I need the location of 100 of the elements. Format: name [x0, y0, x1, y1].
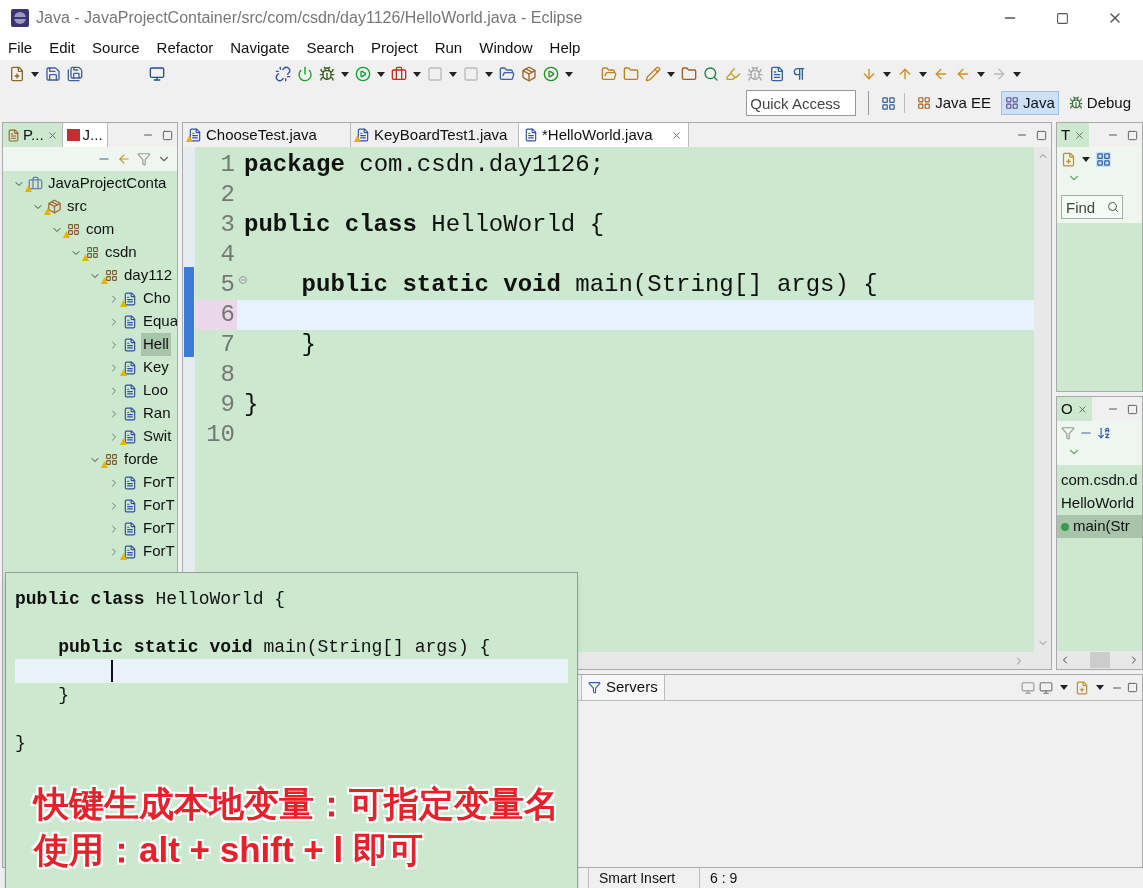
tree-item[interactable]: Swit	[141, 425, 174, 448]
quick-access-field[interactable]: Quick Access	[746, 90, 857, 116]
dropdown-caret-icon[interactable]	[1096, 685, 1104, 690]
menu-item[interactable]: Help	[549, 36, 581, 60]
tree-item[interactable]: Loo	[141, 379, 171, 402]
tree-item[interactable]: Hell	[141, 333, 171, 356]
scrollbar-thumb[interactable]	[1089, 652, 1110, 668]
outline-item[interactable]: main(Str	[1057, 515, 1142, 538]
dropdown-caret-icon[interactable]	[1060, 685, 1068, 690]
tree-item[interactable]: ForT	[141, 471, 177, 494]
maximize-window-icon[interactable]	[1056, 11, 1069, 25]
perspective-button[interactable]: Debug	[1064, 91, 1135, 115]
dropdown-caret-icon[interactable]	[919, 71, 927, 77]
menu-item[interactable]: Window	[479, 36, 533, 60]
tree-item[interactable]: Cho	[141, 287, 173, 310]
open-folder-icon[interactable]	[499, 66, 515, 82]
monitor-icon[interactable]	[1039, 680, 1053, 695]
close-icon[interactable]	[1074, 129, 1086, 141]
new-file-icon[interactable]	[9, 66, 25, 82]
save-all-icon[interactable]	[67, 66, 83, 82]
maximize-icon[interactable]	[1127, 403, 1138, 415]
menu-item[interactable]: File	[8, 36, 33, 60]
run-icon[interactable]	[355, 66, 371, 82]
toolbox-icon[interactable]	[391, 66, 407, 82]
tree-item[interactable]: Key	[141, 356, 171, 379]
last-edit-icon[interactable]	[933, 66, 949, 82]
menu-item[interactable]: Source	[92, 36, 140, 60]
dropdown-caret-icon[interactable]	[377, 71, 385, 77]
categorize-icon[interactable]	[1096, 151, 1111, 167]
new-view-icon[interactable]	[1075, 680, 1089, 695]
back-icon[interactable]	[955, 66, 971, 82]
search-icon[interactable]	[703, 66, 719, 82]
maximize-icon[interactable]	[162, 129, 173, 141]
tree-item[interactable]: JavaProjectConta	[46, 172, 169, 195]
java-file-icon	[524, 128, 538, 142]
tree-item[interactable]: csdn	[103, 241, 139, 264]
monitor-icon[interactable]	[149, 66, 165, 82]
dropdown-caret-icon[interactable]	[977, 71, 985, 77]
view-tab[interactable]: J...	[62, 123, 108, 147]
maximize-icon[interactable]	[1036, 129, 1047, 141]
tree-item[interactable]: ForT	[141, 517, 177, 540]
outline-item[interactable]: HelloWorld	[1057, 492, 1142, 515]
outline-item[interactable]: com.csdn.d	[1057, 469, 1142, 492]
dropdown-caret-icon[interactable]	[341, 71, 349, 77]
fold-icon[interactable]	[239, 276, 247, 284]
search-icon[interactable]	[1107, 201, 1119, 213]
pilcrow-icon[interactable]	[791, 66, 807, 82]
filter-icon[interactable]	[137, 152, 151, 166]
dropdown-caret-icon[interactable]	[883, 71, 891, 77]
menu-item[interactable]: Project	[371, 36, 418, 60]
unlink-icon[interactable]	[275, 66, 291, 82]
dropdown-caret-icon[interactable]	[31, 71, 39, 77]
menu-item[interactable]: Edit	[49, 36, 76, 60]
dropdown-caret-icon[interactable]	[1013, 71, 1021, 77]
menu-item[interactable]: Refactor	[156, 36, 214, 60]
open-perspective-icon[interactable]	[881, 95, 897, 111]
editor-tab[interactable]: *HelloWorld.java	[519, 123, 689, 147]
forward-icon[interactable]	[991, 66, 1007, 82]
view-tab[interactable]: P...	[3, 123, 63, 147]
view-tab[interactable]: Servers	[581, 675, 665, 700]
line-number: 9	[220, 390, 235, 420]
perspective-button[interactable]: Java EE	[913, 91, 996, 115]
menu-item[interactable]: Search	[306, 36, 354, 60]
find-field[interactable]: Find	[1061, 195, 1123, 219]
close-icon[interactable]	[671, 129, 682, 141]
dropdown-caret-icon[interactable]	[565, 71, 573, 77]
debug-icon[interactable]	[319, 66, 335, 82]
dropdown-caret-icon[interactable]	[413, 71, 421, 77]
dropdown-caret-icon[interactable]	[1082, 156, 1090, 162]
menu-item[interactable]: Navigate	[230, 36, 290, 60]
tree-item[interactable]: src	[65, 195, 89, 218]
tree-item[interactable]: com	[84, 218, 117, 241]
tree-item[interactable]: ForT	[141, 494, 177, 517]
sort-icon[interactable]	[1097, 426, 1111, 440]
perspective-button[interactable]: Java	[1001, 91, 1059, 115]
java-file-icon	[123, 314, 137, 329]
dropdown-caret-icon[interactable]	[449, 71, 457, 77]
filter-icon[interactable]	[1061, 426, 1075, 440]
pencil-icon[interactable]	[645, 66, 661, 82]
tree-item[interactable]: forde	[122, 448, 161, 471]
close-icon[interactable]	[1076, 403, 1088, 415]
maximize-icon[interactable]	[1127, 682, 1138, 693]
maximize-icon[interactable]	[1127, 129, 1138, 141]
tree-item[interactable]: ForT	[141, 540, 177, 563]
previous-annotation-icon[interactable]	[897, 66, 913, 82]
tree-item[interactable]: day112	[122, 264, 175, 287]
tree-item[interactable]: Ran	[141, 402, 173, 425]
code-line: public class HelloWorld {	[244, 211, 605, 238]
folder-icon[interactable]	[623, 66, 639, 82]
save-icon[interactable]	[45, 66, 61, 82]
power-icon[interactable]	[297, 66, 313, 82]
highlighter-icon[interactable]	[725, 66, 741, 82]
close-icon[interactable]	[46, 129, 58, 141]
dropdown-caret-icon[interactable]	[667, 71, 675, 77]
package-icon[interactable]	[521, 66, 537, 82]
new-task-icon[interactable]	[1061, 151, 1076, 167]
next-annotation-icon[interactable]	[861, 66, 877, 82]
dropdown-caret-icon[interactable]	[485, 71, 493, 77]
line-number: 7	[220, 330, 235, 360]
menu-item[interactable]: Run	[434, 36, 463, 60]
